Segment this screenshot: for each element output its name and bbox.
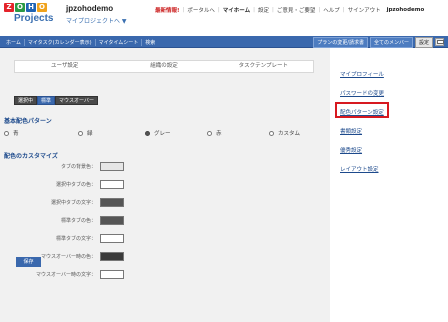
settings-button[interactable]: 設定	[414, 36, 433, 48]
zoho-projects-logo[interactable]: Z O H O Projects	[4, 3, 54, 33]
color-option-blue[interactable]: 青	[4, 129, 19, 137]
custom-color-row: 標準タブの色：	[0, 216, 140, 226]
custom-color-label: タブの背景色：	[60, 164, 96, 170]
main-toolbar: ホーム マイタスク(カレンダー表示) マイタイムシート 検索 プランの変更/請求…	[0, 36, 448, 48]
logo-letter: O	[15, 3, 25, 12]
portal-link[interactable]: ポータルへ	[184, 6, 218, 14]
color-option-green[interactable]: 緑	[78, 129, 93, 137]
preview-tab-standard[interactable]: 標準	[37, 96, 56, 105]
color-swatch[interactable]	[100, 216, 124, 225]
custom-color-row: マウスオーバー時の文字：	[0, 270, 140, 280]
settings-panel: ユーザ設定 組織の設定 タスクテンプレート 選択中 標準 マウスオーバー 基本配…	[0, 48, 330, 322]
custom-color-label: 選択中タブの文字：	[50, 200, 96, 206]
settings-tabs: ユーザ設定 組織の設定 タスクテンプレート	[14, 60, 314, 73]
toolbar-actions: プランの変更/請求書 全てのメンバー 設定	[313, 36, 444, 48]
signout-link[interactable]: サインアウト	[345, 6, 384, 14]
app-header: Z O H O Projects jpzohodemo マイプロジェクトへ ▼ …	[0, 0, 448, 36]
color-swatch[interactable]	[100, 252, 124, 261]
preview-tabs: 選択中 標準 マウスオーバー	[14, 96, 98, 105]
custom-color-label: マウスオーバー時の色：	[41, 254, 96, 260]
logo-tiles: Z O H O	[4, 3, 48, 12]
save-button[interactable]: 保存	[16, 257, 41, 267]
radio-icon	[207, 130, 212, 136]
help-link[interactable]: ヘルプ	[320, 6, 343, 14]
custom-color-row: 選択中タブの文字：	[0, 198, 140, 208]
plan-billing-button[interactable]: プランの変更/請求書	[313, 36, 368, 48]
logo-letter: H	[26, 3, 36, 12]
custom-color-label: マウスオーバー時の文字：	[36, 272, 96, 278]
basic-color-options: 青 緑 グレー 赤 カスタム	[4, 129, 324, 139]
option-label: 緑	[87, 131, 93, 137]
sidebar-link-document[interactable]: 書類設定	[340, 127, 362, 135]
option-label: グレー	[154, 131, 171, 137]
settings-link[interactable]: 設定	[255, 6, 272, 14]
sidebar-link-preferences[interactable]: 優秀設定	[340, 146, 362, 154]
feedback-link[interactable]: ご意見・ご要望	[274, 6, 319, 14]
all-members-button[interactable]: 全てのメンバー	[369, 36, 413, 48]
color-swatch[interactable]	[100, 198, 124, 207]
basic-color-title: 基本配色パターン	[4, 118, 52, 125]
custom-color-label: 選択中タブの色：	[55, 182, 96, 188]
sidebar-link-password[interactable]: パスワードの変更	[340, 89, 384, 97]
sidebar-link-profile[interactable]: マイプロフィール	[340, 70, 384, 78]
preview-tab-mouseover[interactable]: マウスオーバー	[55, 96, 98, 105]
toolbar-tabs: ホーム マイタスク(カレンダー表示) マイタイムシート 検索	[3, 36, 158, 48]
color-swatch[interactable]	[100, 270, 124, 279]
tab-home[interactable]: ホーム	[3, 38, 25, 46]
logo-word: Projects	[14, 13, 54, 24]
project-selector[interactable]: マイプロジェクトへ ▼	[66, 16, 127, 25]
logo-letter: O	[37, 3, 47, 12]
sidebar-link-layout[interactable]: レイアウト設定	[340, 165, 379, 173]
option-label: 青	[13, 131, 19, 137]
news-link[interactable]: 最新情報!	[152, 6, 183, 14]
user-block: jpzohodemo マイプロジェクトへ ▼	[66, 4, 127, 25]
tab-user-settings[interactable]: ユーザ設定	[15, 61, 114, 72]
radio-selected-icon	[145, 130, 150, 136]
my-home-link[interactable]: マイホーム	[220, 6, 253, 14]
custom-color-row: 標準タブの文字：	[0, 234, 140, 244]
tab-search[interactable]: 検索	[142, 39, 158, 46]
signed-user-name: jpzohodemo	[386, 7, 425, 13]
tab-my-timesheet[interactable]: マイタイムシート	[96, 38, 143, 46]
highlight-box	[335, 102, 389, 118]
custom-color-label: 標準タブの文字：	[55, 236, 96, 242]
tab-task-templates[interactable]: タスクテンプレート	[214, 61, 313, 72]
color-swatch[interactable]	[100, 162, 124, 171]
user-name: jpzohodemo	[66, 4, 114, 13]
custom-color-row: タブの背景色：	[0, 162, 140, 172]
color-swatch[interactable]	[100, 234, 124, 243]
option-label: カスタム	[278, 131, 301, 137]
color-option-custom[interactable]: カスタム	[269, 129, 300, 137]
logo-letter: Z	[4, 3, 14, 12]
preview-tab-selected[interactable]: 選択中	[14, 96, 38, 105]
radio-icon	[4, 130, 9, 136]
custom-color-title: 配色のカスタマイズ	[4, 153, 58, 160]
printer-icon[interactable]	[435, 38, 444, 46]
radio-icon	[78, 130, 83, 136]
settings-sidebar: マイプロフィール パスワードの変更 配色パターン設定 書類設定 優秀設定 レイア…	[330, 48, 448, 322]
color-option-red[interactable]: 赤	[207, 129, 222, 137]
color-option-gray[interactable]: グレー	[145, 129, 171, 137]
custom-color-label: 標準タブの色：	[60, 218, 96, 224]
custom-color-row: 選択中タブの色：	[0, 180, 140, 190]
tab-my-tasks[interactable]: マイタスク(カレンダー表示)	[25, 38, 96, 46]
tab-org-settings[interactable]: 組織の設定	[114, 61, 213, 72]
top-nav: 最新情報! | ポータルへ | マイホーム | 設定 | ご意見・ご要望 | ヘ…	[152, 6, 427, 14]
color-swatch[interactable]	[100, 180, 124, 189]
option-label: 赤	[216, 131, 222, 137]
radio-icon	[269, 130, 274, 136]
